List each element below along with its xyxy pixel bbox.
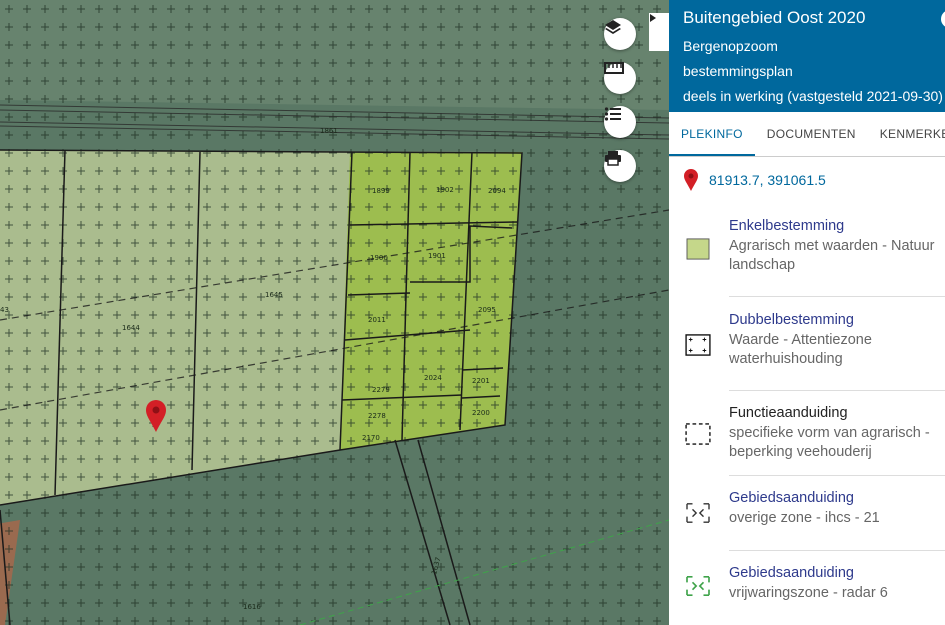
function-designation-swatch-icon <box>685 423 711 445</box>
item-description: Agrarisch met waarden - Natuur <box>729 238 935 254</box>
item-description: landschap <box>729 257 796 273</box>
location-pin-icon <box>684 169 698 191</box>
legend-button[interactable] <box>604 106 636 138</box>
safeguard-zone-swatch-icon <box>686 576 710 596</box>
divider <box>729 390 945 391</box>
panel-header: Buitengebied Oost 2020 Bergenopzoom best… <box>669 0 945 112</box>
parcel-label: 1861 <box>320 127 338 135</box>
parcel-label: 2011 <box>368 316 386 324</box>
parcel-label: 2201 <box>472 377 490 385</box>
ruler-icon <box>604 62 624 74</box>
tab-plekinfo[interactable]: PLEKINFO <box>669 112 755 156</box>
other-zone-swatch-icon <box>686 503 710 523</box>
plan-type: bestemmingsplan <box>683 63 793 79</box>
parcel-label: 2170 <box>362 434 380 442</box>
item-description: vrijwaringszone - radar 6 <box>729 585 888 601</box>
item-description: specifieke vorm van agrarisch - <box>729 425 930 441</box>
coordinates-value: 81913.7, 391061.5 <box>709 172 826 188</box>
parcel-label: 1902 <box>436 186 454 194</box>
parcel-label: 2278 <box>368 412 386 420</box>
map-canvas[interactable]: 1861 1899 1902 2094 1900 1901 2011 2095 … <box>0 0 669 625</box>
item-description: beperking veehouderij <box>729 444 872 460</box>
item-heading[interactable]: Gebiedsaanduiding <box>729 565 854 581</box>
parcel-label: 1644 <box>122 324 140 332</box>
parcel-label: 2279 <box>372 386 390 394</box>
layers-button[interactable] <box>604 18 636 50</box>
coordinates-row: 81913.7, 391061.5 <box>683 168 826 192</box>
plan-municipality: Bergenopzoom <box>683 38 778 54</box>
measure-button[interactable] <box>604 62 636 94</box>
print-button[interactable] <box>604 150 636 182</box>
parcel-label: 1900 <box>370 254 388 262</box>
panel-tabs: PLEKINFO DOCUMENTEN KENMERKEN <box>669 112 945 157</box>
divider <box>729 475 945 476</box>
parcel-label: 1899 <box>372 187 390 195</box>
parcel-label: 1645 <box>265 291 283 299</box>
info-panel: Buitengebied Oost 2020 Bergenopzoom best… <box>669 0 945 625</box>
attention-zone-swatch-icon <box>685 334 711 356</box>
parcel-label: 1901 <box>428 252 446 260</box>
item-heading: Functieaanduiding <box>729 405 848 421</box>
agricultural-landscape-swatch-icon <box>686 238 710 260</box>
print-icon <box>605 151 621 166</box>
item-description: waterhuishouding <box>729 351 843 367</box>
map-svg: 1861 1899 1902 2094 1900 1901 2011 2095 … <box>0 0 669 625</box>
parcel-label: 2024 <box>424 374 442 382</box>
tab-documenten[interactable]: DOCUMENTEN <box>755 112 868 156</box>
parcel-label: 2095 <box>478 306 496 314</box>
plan-title: Buitengebied Oost 2020 <box>683 8 866 27</box>
item-description: overige zone - ihcs - 21 <box>729 510 880 526</box>
item-description: Waarde - Attentiezone <box>729 332 872 348</box>
caret-right-icon <box>650 14 656 22</box>
item-heading[interactable]: Enkelbestemming <box>729 218 844 234</box>
parcel-label: 2200 <box>472 409 490 417</box>
legend-icon <box>604 107 621 121</box>
divider <box>729 296 945 297</box>
tab-kenmerken[interactable]: KENMERKEN <box>868 112 945 156</box>
item-heading[interactable]: Dubbelbestemming <box>729 312 854 328</box>
item-heading[interactable]: Gebiedsaanduiding <box>729 490 854 506</box>
close-panel-button[interactable] <box>941 10 945 28</box>
layers-icon <box>605 20 621 34</box>
divider <box>729 550 945 551</box>
parcel-label: 2094 <box>488 187 506 195</box>
parcel-label: 1616 <box>243 603 261 611</box>
parcel-label: 43 <box>0 306 9 314</box>
plan-status: deels in werking (vastgesteld 2021-09-30… <box>683 88 943 104</box>
collapse-panel-button[interactable] <box>649 13 669 51</box>
